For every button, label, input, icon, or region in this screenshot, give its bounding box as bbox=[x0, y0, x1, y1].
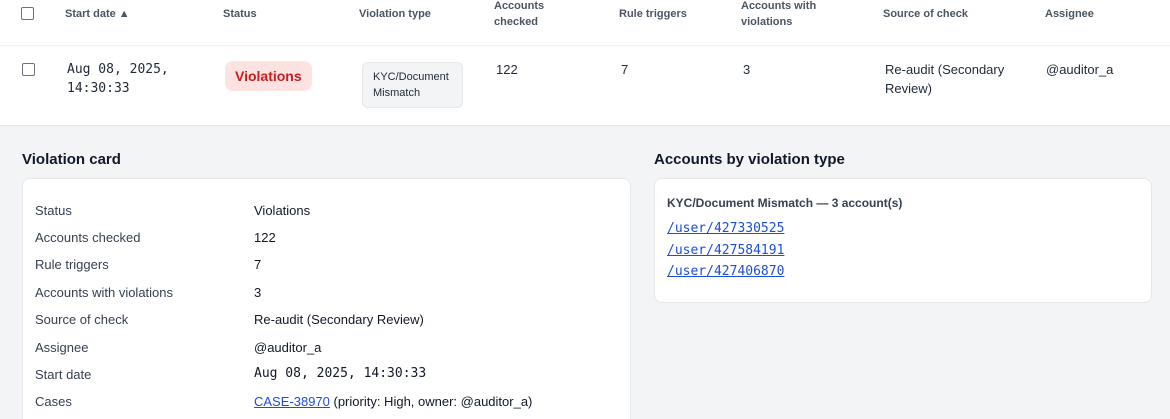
case-link[interactable]: CASE-38970 bbox=[254, 394, 330, 409]
accounts-by-type-card: KYC/Document Mismatch — 3 account(s) /us… bbox=[654, 178, 1152, 303]
column-header-accounts-with-violations-line2: violations bbox=[741, 16, 793, 28]
kv-label-rule-triggers: Rule triggers bbox=[35, 257, 109, 272]
kv-value-accounts-checked: 122 bbox=[254, 230, 276, 245]
violation-group-title: KYC/Document Mismatch — 3 account(s) bbox=[667, 196, 903, 210]
kv-label-start-date: Start date bbox=[35, 367, 92, 382]
kv-label-cases: Cases bbox=[35, 394, 72, 409]
select-all-checkbox[interactable] bbox=[21, 7, 34, 20]
row-source-of-check-line1: Re-audit (Secondary bbox=[885, 62, 1005, 77]
row-checkbox[interactable] bbox=[22, 63, 35, 76]
account-link[interactable]: /user/427406870 bbox=[667, 264, 784, 279]
column-header-accounts-checked[interactable]: Accounts checked bbox=[494, 0, 544, 30]
kv-label-assignee: Assignee bbox=[35, 340, 89, 355]
kv-value-start-date: Aug 08, 2025, 14:30:33 bbox=[254, 366, 427, 381]
table-header-row: Start date ▲ Status Violation type Accou… bbox=[0, 0, 1170, 46]
kv-value-accounts-with-violations: 3 bbox=[254, 285, 262, 300]
kv-value-status: Violations bbox=[254, 203, 311, 218]
violation-type-chip: KYC/Document Mismatch bbox=[362, 62, 463, 108]
row-start-date-line2: 14:30:33 bbox=[67, 81, 130, 96]
column-header-status[interactable]: Status bbox=[223, 6, 257, 22]
kv-value-assignee: @auditor_a bbox=[254, 340, 322, 355]
row-start-date: Aug 08, 2025, 14:30:33 bbox=[67, 60, 169, 98]
column-header-source-of-check[interactable]: Source of check bbox=[883, 6, 968, 22]
kv-value-rule-triggers: 7 bbox=[254, 257, 262, 272]
violation-type-line2: Mismatch bbox=[373, 87, 421, 99]
column-header-start-date[interactable]: Start date ▲ bbox=[65, 6, 130, 22]
column-header-rule-triggers[interactable]: Rule triggers bbox=[619, 6, 687, 22]
column-header-accounts-with-violations-line1: Accounts with bbox=[741, 0, 817, 12]
kv-value-cases: CASE-38970 (priority: High, owner: @audi… bbox=[254, 394, 532, 409]
accounts-by-type-title: Accounts by violation type bbox=[654, 151, 845, 168]
column-header-assignee[interactable]: Assignee bbox=[1045, 6, 1094, 22]
account-link[interactable]: /user/427584191 bbox=[667, 243, 784, 258]
row-rule-triggers: 7 bbox=[621, 62, 629, 77]
column-header-accounts-checked-line1: Accounts bbox=[494, 0, 545, 12]
row-accounts-with-violations: 3 bbox=[743, 62, 751, 77]
kv-label-accounts-checked: Accounts checked bbox=[35, 230, 141, 245]
kv-label-status: Status bbox=[35, 203, 72, 218]
violation-card: Status Violations Accounts checked 122 R… bbox=[22, 178, 631, 419]
row-source-of-check: Re-audit (Secondary Review) bbox=[885, 60, 1004, 98]
account-link[interactable]: /user/427330525 bbox=[667, 221, 784, 236]
row-accounts-checked: 122 bbox=[496, 62, 518, 77]
kv-label-source-of-check: Source of check bbox=[35, 312, 129, 327]
kv-value-source-of-check: Re-audit (Secondary Review) bbox=[254, 312, 424, 327]
column-header-accounts-with-violations[interactable]: Accounts with violations bbox=[741, 0, 816, 30]
table-row[interactable]: Aug 08, 2025, 14:30:33 Violations KYC/Do… bbox=[0, 46, 1170, 126]
violation-card-title: Violation card bbox=[22, 151, 121, 168]
case-detail: (priority: High, owner: @auditor_a) bbox=[329, 394, 533, 409]
violation-type-line1: KYC/Document bbox=[373, 71, 449, 83]
column-header-violation-type[interactable]: Violation type bbox=[359, 6, 431, 22]
row-assignee: @auditor_a bbox=[1046, 62, 1114, 77]
row-source-of-check-line2: Review) bbox=[885, 81, 932, 96]
row-detail-panel: Violation card Status Violations Account… bbox=[0, 126, 1170, 419]
status-badge: Violations bbox=[225, 61, 312, 91]
kv-label-accounts-with-violations: Accounts with violations bbox=[35, 285, 174, 300]
column-header-accounts-checked-line2: checked bbox=[494, 16, 539, 28]
row-start-date-line1: Aug 08, 2025, bbox=[67, 62, 169, 77]
